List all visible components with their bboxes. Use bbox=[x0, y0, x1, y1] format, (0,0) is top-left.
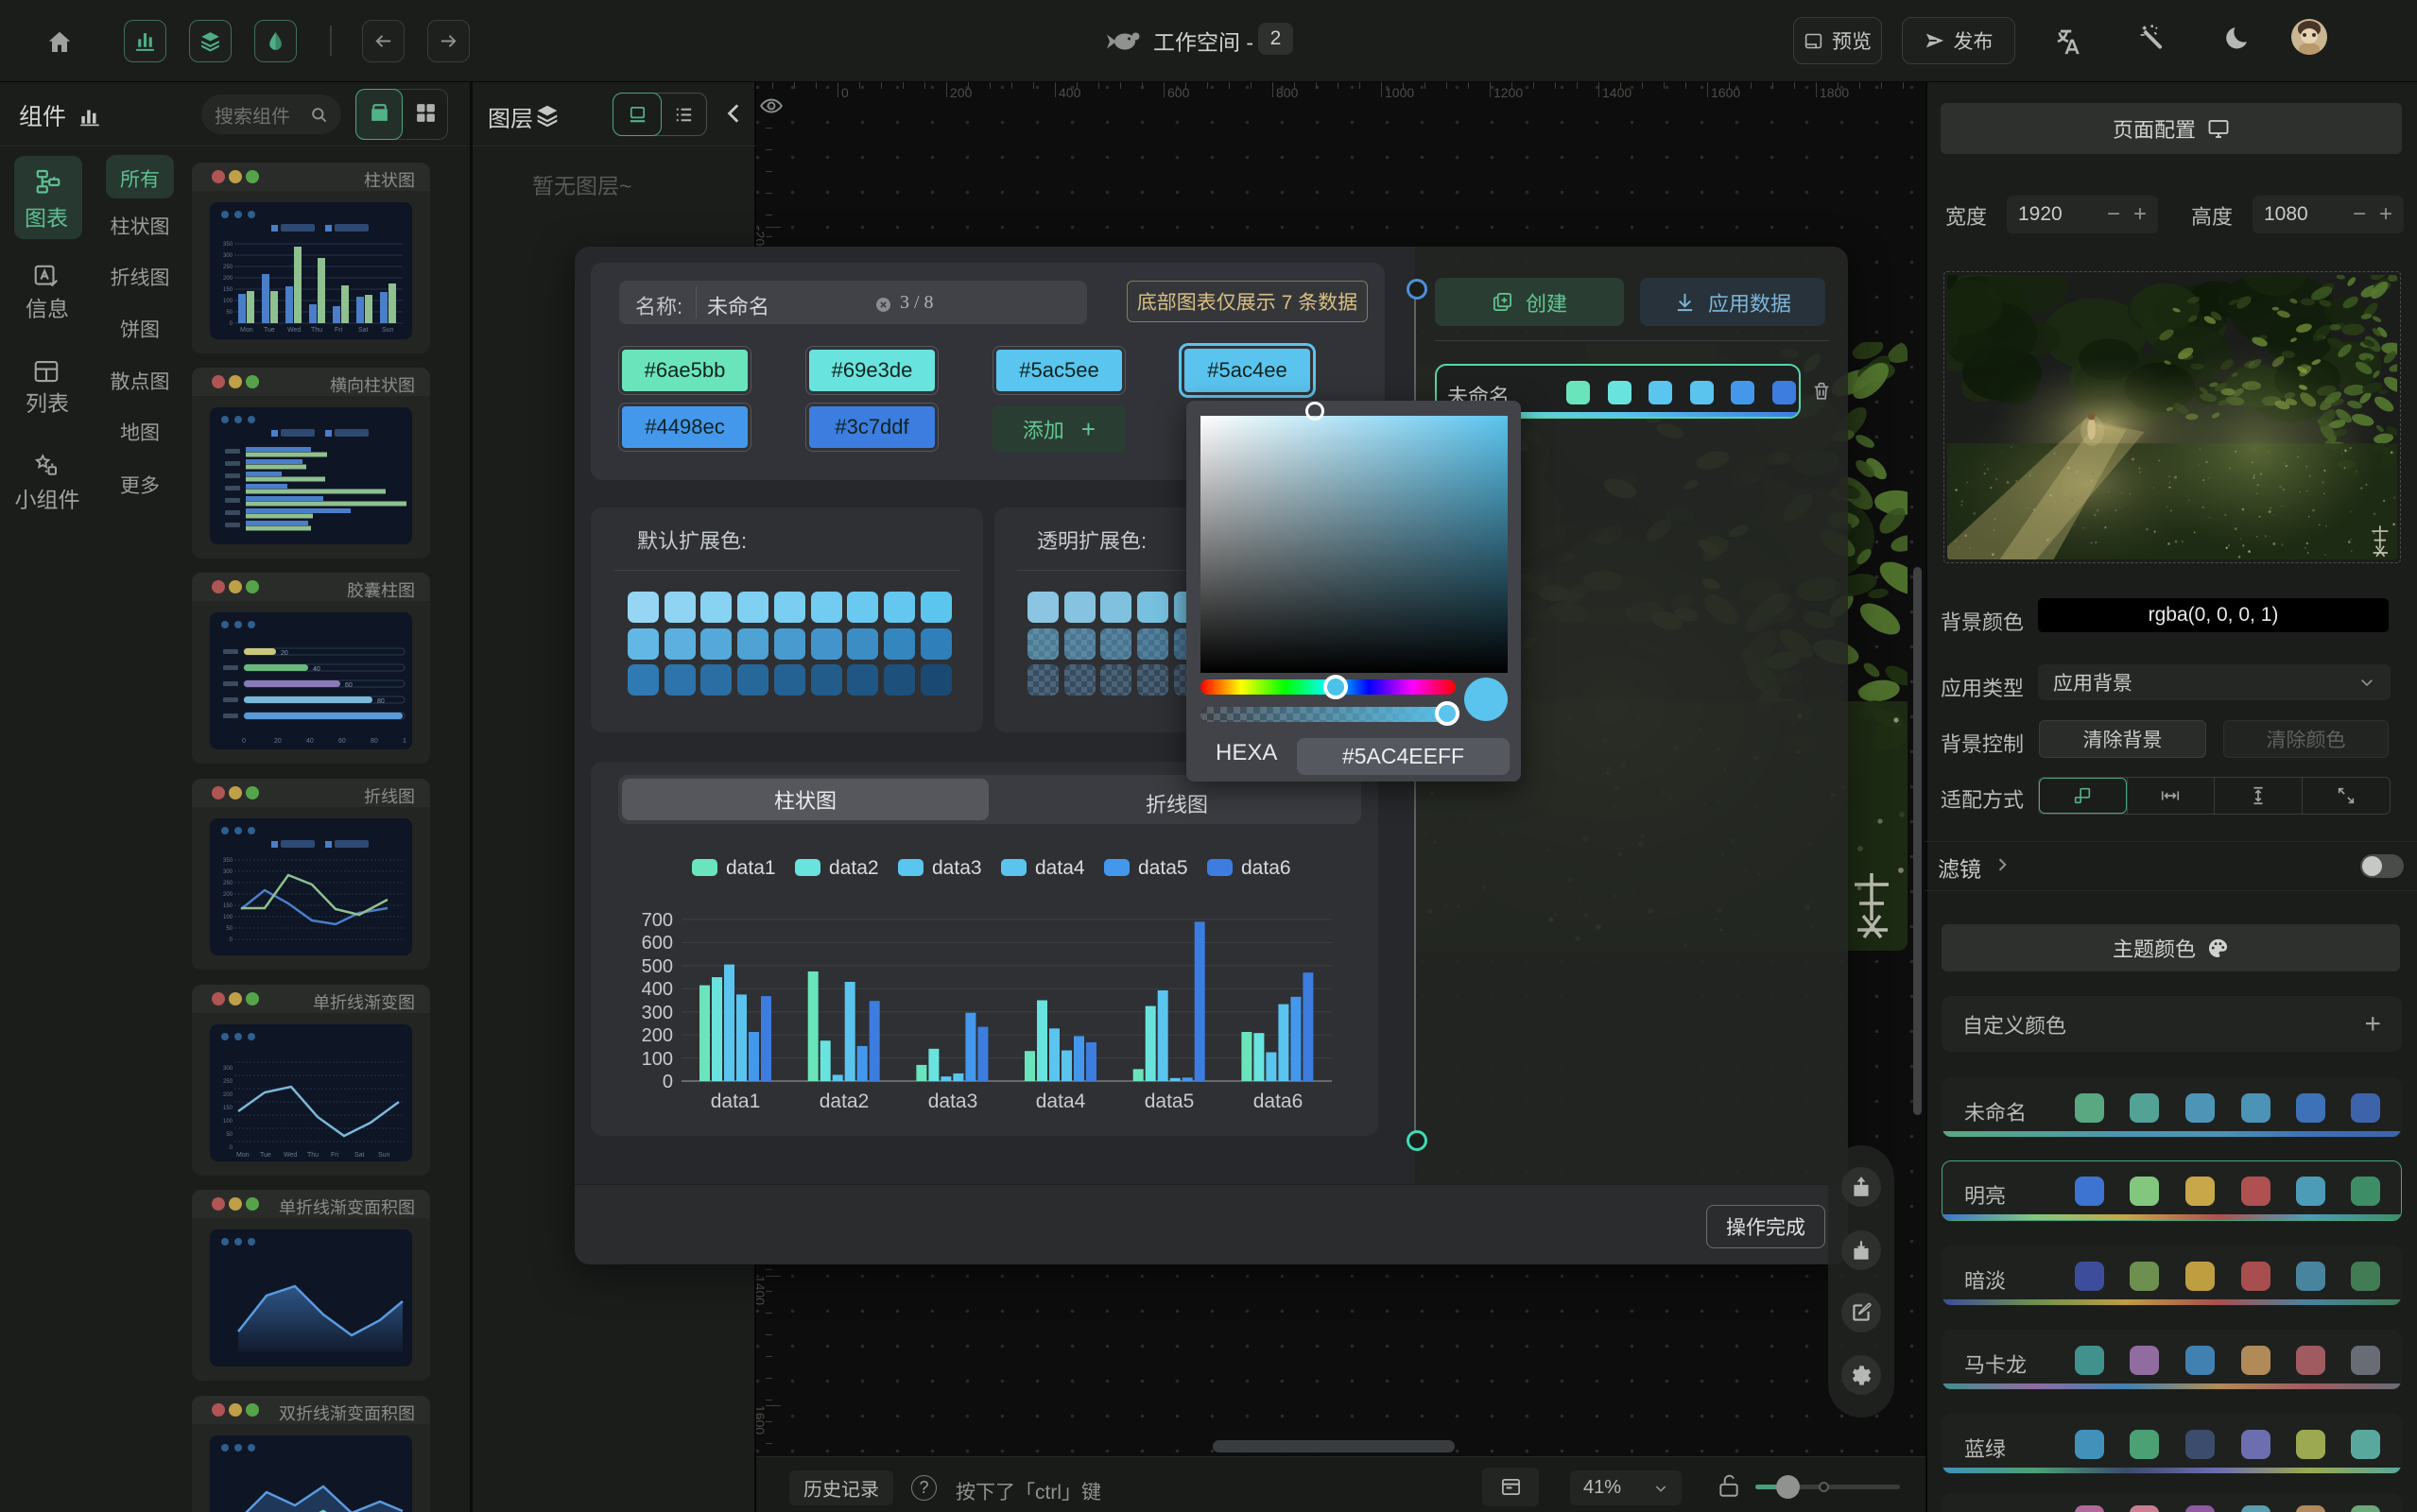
svg-text:100: 100 bbox=[223, 296, 233, 304]
svg-text:350: 350 bbox=[223, 855, 233, 864]
svg-text:200: 200 bbox=[223, 1090, 233, 1098]
svg-text:250: 250 bbox=[223, 262, 233, 270]
svg-text:200: 200 bbox=[642, 1025, 673, 1046]
svg-text:60: 60 bbox=[345, 682, 353, 689]
svg-text:Thu: Thu bbox=[311, 327, 322, 333]
svg-text:Sat: Sat bbox=[358, 327, 369, 333]
svg-text:300: 300 bbox=[223, 1063, 233, 1072]
svg-text:150: 150 bbox=[223, 284, 233, 293]
svg-text:50: 50 bbox=[226, 1129, 233, 1138]
svg-text:0: 0 bbox=[230, 1143, 233, 1151]
svg-text:100: 100 bbox=[642, 1049, 673, 1070]
svg-text:700: 700 bbox=[642, 910, 673, 931]
svg-text:Fri: Fri bbox=[335, 327, 343, 333]
svg-text:Tue: Tue bbox=[260, 1152, 271, 1159]
svg-text:Sat: Sat bbox=[354, 1152, 365, 1159]
svg-text:Wed: Wed bbox=[284, 1152, 297, 1159]
svg-text:data6: data6 bbox=[1253, 1091, 1303, 1112]
svg-text:350: 350 bbox=[223, 239, 233, 248]
svg-text:0: 0 bbox=[230, 318, 233, 327]
svg-text:100: 100 bbox=[403, 738, 406, 745]
svg-text:Mon: Mon bbox=[236, 1152, 250, 1159]
svg-text:Sun: Sun bbox=[378, 1152, 390, 1159]
svg-text:0: 0 bbox=[230, 935, 233, 943]
svg-text:0: 0 bbox=[663, 1072, 673, 1092]
svg-text:Wed: Wed bbox=[287, 327, 301, 333]
svg-text:Sun: Sun bbox=[382, 327, 394, 333]
svg-text:data5: data5 bbox=[1145, 1091, 1195, 1112]
svg-text:20: 20 bbox=[274, 738, 282, 745]
svg-text:250: 250 bbox=[223, 1076, 233, 1085]
svg-text:200: 200 bbox=[223, 889, 233, 898]
svg-text:data2: data2 bbox=[820, 1091, 870, 1112]
svg-text:Thu: Thu bbox=[307, 1152, 319, 1159]
svg-text:200: 200 bbox=[223, 273, 233, 282]
svg-text:300: 300 bbox=[223, 867, 233, 875]
svg-text:Mon: Mon bbox=[240, 327, 253, 333]
svg-text:300: 300 bbox=[223, 250, 233, 259]
svg-text:data3: data3 bbox=[928, 1091, 978, 1112]
svg-text:50: 50 bbox=[226, 923, 233, 932]
svg-text:300: 300 bbox=[642, 1003, 673, 1023]
svg-text:Tue: Tue bbox=[264, 327, 275, 333]
svg-text:data1: data1 bbox=[711, 1091, 761, 1112]
svg-text:150: 150 bbox=[223, 901, 233, 909]
svg-text:80: 80 bbox=[377, 698, 385, 705]
svg-text:data4: data4 bbox=[1036, 1091, 1086, 1112]
svg-text:400: 400 bbox=[642, 979, 673, 1000]
svg-text:40: 40 bbox=[313, 666, 320, 673]
svg-text:500: 500 bbox=[642, 956, 673, 977]
svg-text:150: 150 bbox=[223, 1103, 233, 1111]
svg-text:0: 0 bbox=[242, 738, 246, 745]
svg-text:50: 50 bbox=[226, 307, 233, 316]
svg-text:600: 600 bbox=[642, 933, 673, 954]
svg-text:20: 20 bbox=[281, 650, 288, 657]
svg-text:250: 250 bbox=[223, 878, 233, 886]
svg-text:80: 80 bbox=[371, 738, 378, 745]
svg-text:40: 40 bbox=[306, 738, 314, 745]
svg-text:100: 100 bbox=[223, 912, 233, 920]
svg-text:Fri: Fri bbox=[331, 1152, 339, 1159]
svg-text:100: 100 bbox=[223, 1116, 233, 1125]
svg-text:60: 60 bbox=[338, 738, 346, 745]
